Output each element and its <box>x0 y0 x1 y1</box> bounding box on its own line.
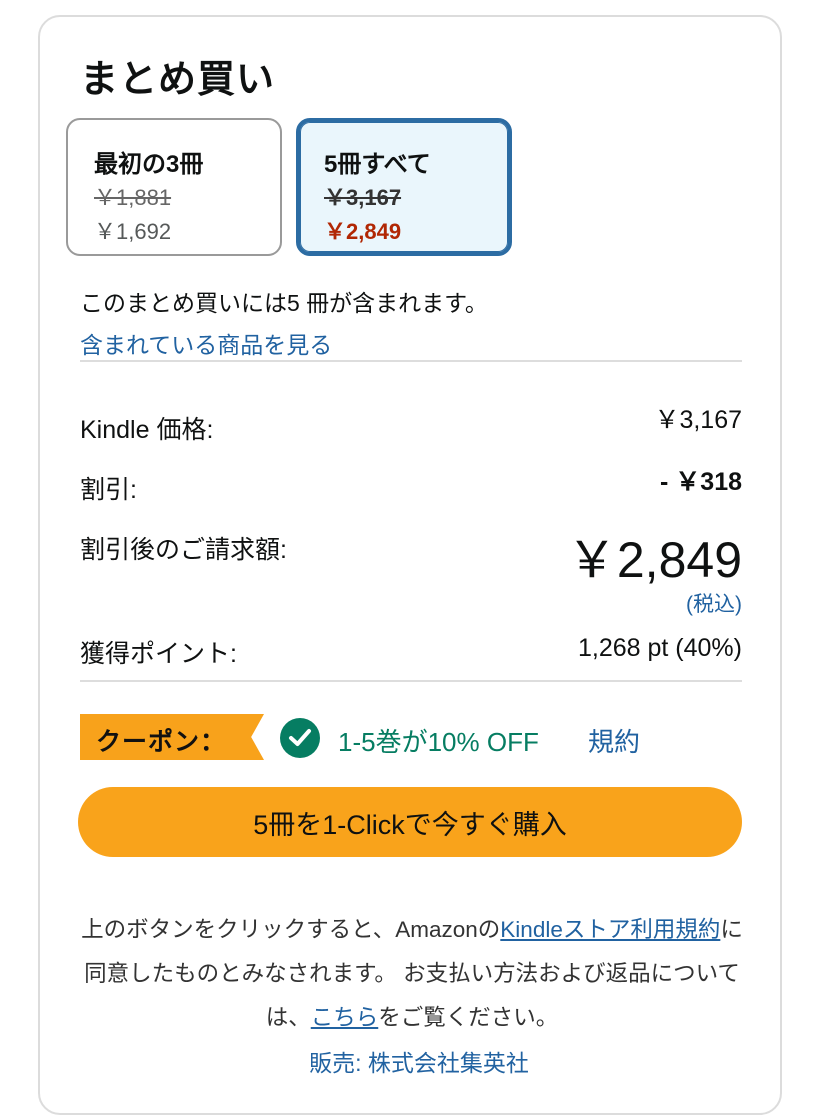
coupon-offer-text: 1-5巻が10% OFF <box>338 727 539 757</box>
see-items-link[interactable]: 含まれている商品を見る <box>80 326 332 360</box>
points-value: 1,268 pt (40%) <box>578 634 742 662</box>
buy-now-1click-button[interactable]: 5冊を1-Clickで今すぐ購入 <box>78 787 742 857</box>
option-name: 最初の3冊 <box>94 151 204 178</box>
divider <box>80 680 742 682</box>
coupon-tag: クーポン： <box>80 714 264 760</box>
legal-text: をご覧ください。 <box>378 1005 559 1030</box>
check-circle-icon[interactable] <box>280 718 320 758</box>
page-title: まとめ買い <box>80 59 276 101</box>
bundle-contains-text: このまとめ買いには5 冊が含まれます。 <box>80 290 488 316</box>
legal-text: 上のボタンをクリックすると、Amazonの <box>81 917 501 942</box>
option-first-3[interactable]: 最初の3冊 ￥1,881 ￥1,692 <box>66 118 282 256</box>
returns-info-link[interactable]: こちら <box>311 1005 379 1030</box>
kindle-store-terms-link[interactable]: Kindleストア利用規約 <box>500 917 720 942</box>
discount-value: - ￥318 <box>660 468 742 496</box>
option-all-5[interactable]: 5冊すべて ￥3,167 ￥2,849 <box>296 118 512 256</box>
coupon-terms-link[interactable]: 規約 <box>588 722 640 759</box>
kindle-price-value: ￥3,167 <box>654 406 742 434</box>
divider <box>80 360 742 362</box>
total-label: 割引後のご請求額: <box>80 536 287 564</box>
option-price: ￥1,692 <box>94 219 172 244</box>
tax-included-link[interactable]: (税込) <box>686 588 742 618</box>
legal-notice: 上のボタンをクリックすると、AmazonのKindleストア利用規約に同意したも… <box>80 908 744 1040</box>
option-original-price: ￥3,167 <box>324 185 402 210</box>
option-price: ￥2,849 <box>324 219 402 244</box>
option-original-price: ￥1,881 <box>94 185 172 210</box>
total-value: ￥2,849 <box>566 532 742 588</box>
points-label: 獲得ポイント: <box>80 640 237 668</box>
seller-link[interactable]: 販売: 株式会社集英社 <box>0 1044 838 1078</box>
coupon-tag-label: クーポン： <box>96 728 227 756</box>
discount-label: 割引: <box>80 476 137 504</box>
option-name: 5冊すべて <box>324 151 431 178</box>
kindle-price-label: Kindle 価格: <box>80 416 214 444</box>
